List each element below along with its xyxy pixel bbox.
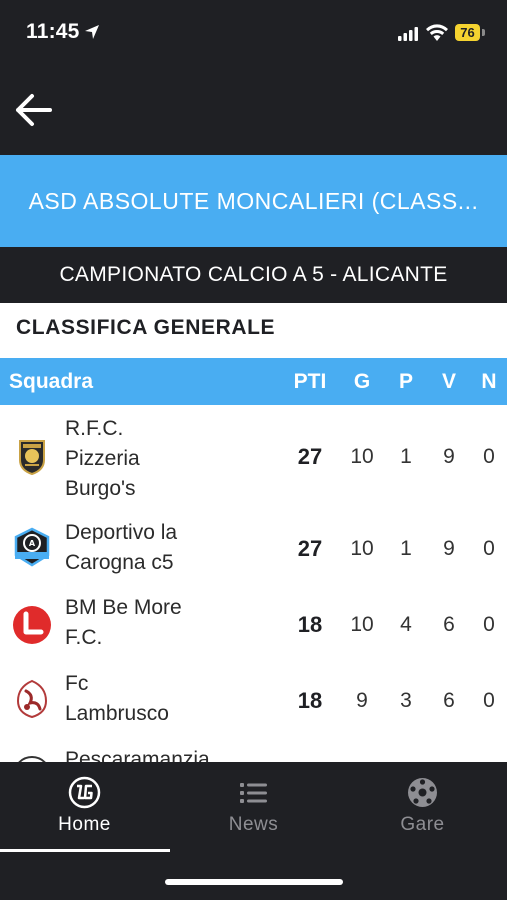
- nav-news-label: News: [228, 814, 279, 835]
- cellular-signal-icon: [398, 27, 418, 41]
- app-logo-icon: [68, 776, 101, 809]
- points-value: 27: [297, 444, 323, 469]
- games-value: 10: [350, 613, 374, 636]
- table-row[interactable]: BM Be More F.C. 18 10 4 6 0: [0, 589, 507, 665]
- draws-value: 0: [483, 445, 495, 468]
- losses-value: 3: [400, 689, 412, 712]
- deportivo-la-carogna-logo: A: [14, 527, 50, 567]
- nav-gare-label: Gare: [400, 814, 445, 835]
- status-bar: 11:45 76: [0, 0, 507, 66]
- wins-value: 6: [443, 689, 455, 712]
- nav-home[interactable]: Home: [0, 762, 169, 852]
- team-name: Fc Lambrusco: [65, 672, 169, 725]
- championship-name: CAMPIONATO CALCIO A 5 - ALICANTE: [59, 263, 448, 286]
- draws-value: 0: [483, 689, 495, 712]
- standings-table-body: R.F.C. Pizzeria Burgo's 27 10 1 9 0 A De…: [0, 405, 507, 762]
- team-name: Deportivo la Carogna c5: [65, 521, 178, 574]
- games-value: 10: [350, 537, 374, 560]
- active-tab-indicator: [0, 849, 170, 852]
- standings-table-header: Squadra PTI G P V N: [0, 358, 507, 405]
- losses-value: 4: [400, 613, 412, 636]
- points-value: 27: [297, 536, 323, 561]
- draws-value: 0: [483, 613, 495, 636]
- nav-gare[interactable]: Gare: [338, 762, 507, 852]
- table-row[interactable]: R.F.C. Pizzeria Burgo's 27 10 1 9 0: [0, 405, 507, 505]
- team-name: Pescaramanzia: [65, 748, 210, 762]
- wins-value: 6: [443, 613, 455, 636]
- pescaramanzia-logo: [18, 756, 46, 762]
- team-title-bar: ASD ABSOLUTE MONCALIERI (CLASS...: [0, 155, 507, 247]
- fc-lambrusco-logo: [16, 679, 48, 719]
- rfc-pizzeria-burgos-logo: [19, 440, 45, 476]
- battery-icon: 76: [455, 24, 485, 41]
- games-value: 9: [356, 689, 368, 712]
- column-header-v: V: [441, 370, 456, 393]
- nav-home-label: Home: [58, 814, 111, 835]
- soccer-ball-icon: [408, 778, 437, 807]
- battery-nub: [482, 29, 485, 36]
- wins-value: 9: [443, 445, 455, 468]
- home-indicator: [165, 879, 343, 885]
- table-row[interactable]: Fc Lambrusco 18 9 3 6 0: [0, 665, 507, 741]
- section-title: CLASSIFICA GENERALE: [16, 316, 276, 339]
- nav-news[interactable]: News: [169, 762, 338, 852]
- team-name: BM Be More F.C.: [65, 596, 182, 649]
- back-arrow-icon[interactable]: [14, 92, 54, 128]
- location-arrow-icon: [85, 25, 99, 39]
- table-row[interactable]: A Deportivo la Carogna c5 27 10 1 9 0: [0, 505, 507, 589]
- bm-be-more-logo: [13, 606, 51, 644]
- list-icon: [240, 783, 267, 803]
- wifi-icon: [426, 24, 448, 41]
- points-value: 18: [297, 688, 323, 713]
- championship-bar[interactable]: CAMPIONATO CALCIO A 5 - ALICANTE: [0, 247, 507, 303]
- status-time: 11:45: [26, 20, 80, 43]
- column-header-pti: PTI: [293, 370, 327, 393]
- svg-text:A: A: [29, 539, 36, 548]
- draws-value: 0: [483, 537, 495, 560]
- column-header-team: Squadra: [9, 370, 94, 393]
- points-value: 18: [297, 612, 323, 637]
- losses-value: 1: [400, 537, 412, 560]
- games-value: 10: [350, 445, 374, 468]
- team-name: R.F.C. Pizzeria Burgo's: [65, 417, 140, 500]
- table-row[interactable]: Pescaramanzia: [0, 741, 507, 762]
- column-header-p: P: [398, 370, 413, 393]
- column-header-g: G: [353, 370, 371, 393]
- column-header-n: N: [481, 370, 497, 393]
- losses-value: 1: [400, 445, 412, 468]
- team-title: ASD ABSOLUTE MONCALIERI (CLASS...: [28, 188, 479, 214]
- wins-value: 9: [443, 537, 455, 560]
- battery-level: 76: [455, 24, 480, 41]
